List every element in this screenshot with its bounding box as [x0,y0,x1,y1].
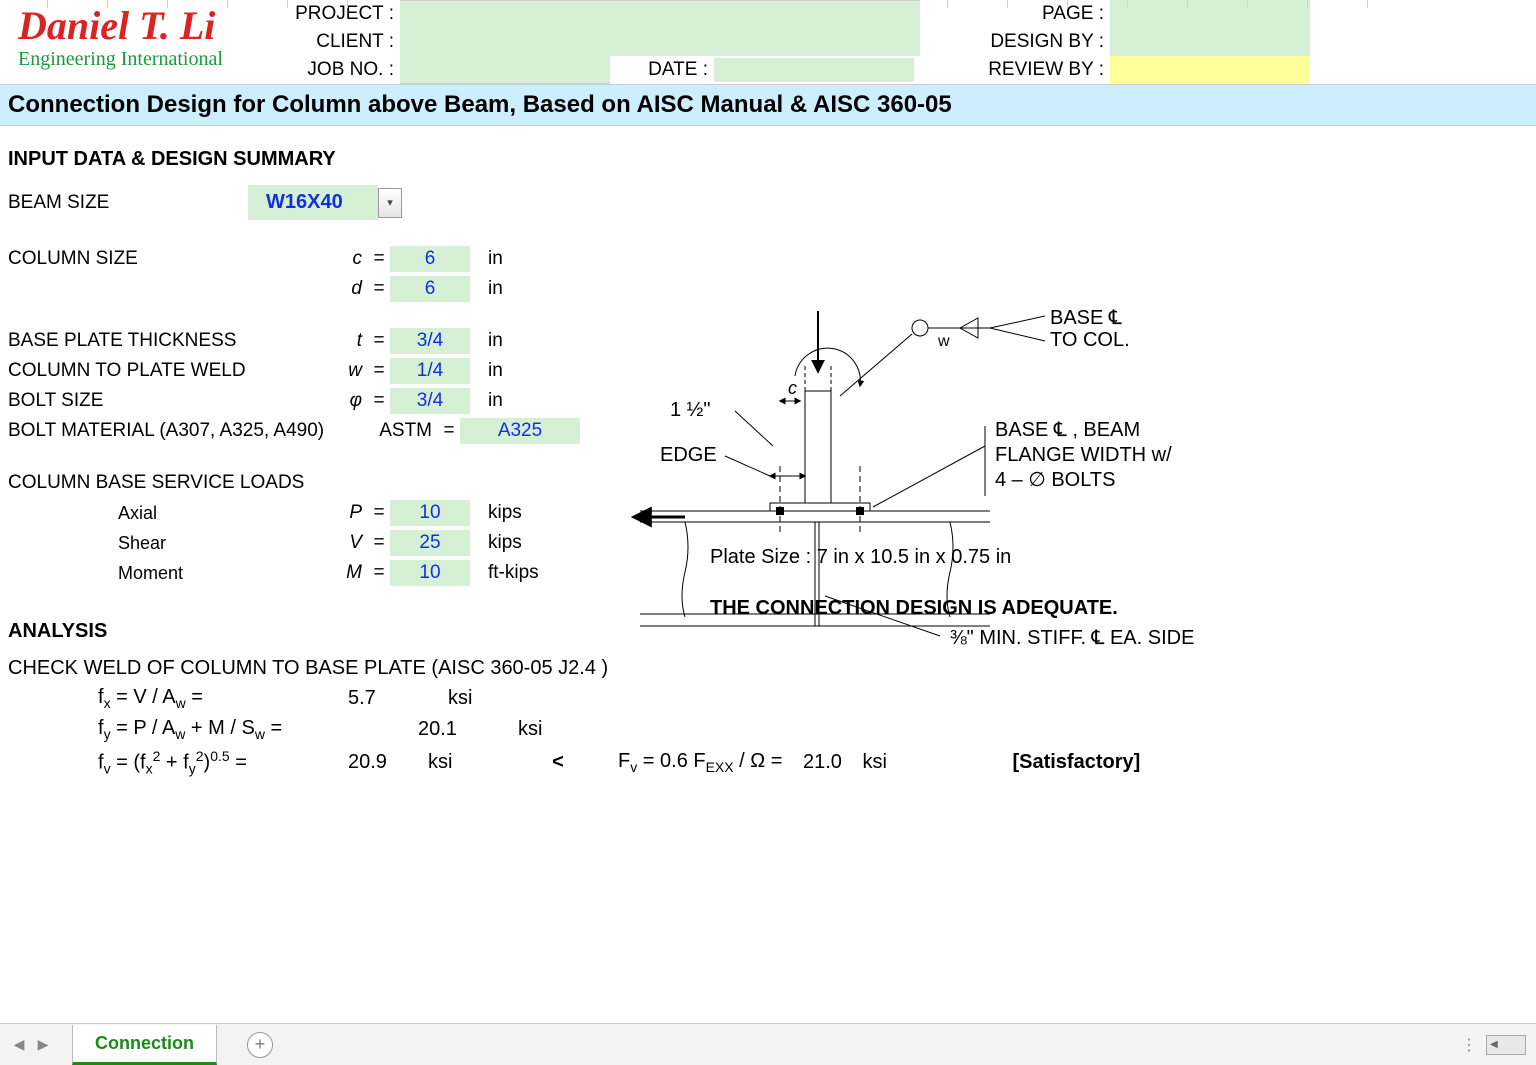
t-symbol: t [357,330,362,351]
c-symbol: c [353,248,363,269]
M-unit: ft-kips [470,562,540,584]
w-symbol: w [348,360,362,381]
bolt-size-label: BOLT SIZE [8,390,248,412]
diagram-base-beam-3: 4 – ∅ BOLTS [995,469,1115,491]
d-symbol: d [351,278,362,299]
sheet-nav-prev[interactable]: ◀ [8,1034,30,1056]
base-plate-label: BASE PLATE THICKNESS [8,330,248,352]
c-unit: in [470,248,540,270]
horizontal-scroll[interactable] [1486,1035,1526,1055]
phi-symbol: φ [350,390,362,411]
satisfactory-label: [Satisfactory] [1012,751,1140,774]
sheet-title: Connection Design for Column above Beam,… [0,85,1536,126]
moment-label: Moment [8,563,248,584]
designby-label: DESIGN BY : [920,28,1104,56]
beam-size-dropdown[interactable]: ▾ [378,188,402,218]
diagram-base-beam-1: BASE ℄ , BEAM [995,419,1140,441]
Fv-value: 21.0 [782,751,862,774]
P-value[interactable]: 10 [390,500,470,526]
jobno-label: JOB NO. : [280,56,394,84]
diagram-base-to-col-1: BASE ℄ [1050,307,1122,329]
w-value[interactable]: 1/4 [390,358,470,384]
V-unit: kips [470,532,540,554]
V-symbol: V [349,532,362,553]
shear-label: Shear [8,533,248,554]
sheet-nav-next[interactable]: ▶ [32,1034,54,1056]
t-unit: in [470,330,540,352]
diagram-w-label: w [937,333,950,350]
d-value[interactable]: 6 [390,276,470,302]
P-unit: kips [470,502,540,524]
beam-size-value[interactable]: W16X40 [248,185,378,220]
fv-row: fv = (fx2 + fy2)0.5 = 20.9 ksi < Fv = 0.… [8,748,1528,777]
plate-size-result: Plate Size : 7 in x 10.5 in x 0.75 in [710,546,1118,569]
fy-value: 20.1 [408,718,518,741]
diagram-edge-label: EDGE [660,444,717,466]
beam-size-label: BEAM SIZE [8,192,248,214]
reviewby-input[interactable] [1110,56,1310,84]
client-label: CLIENT : [280,28,394,56]
diagram-base-beam-2: FLANGE WIDTH w/ [995,444,1172,466]
astm-value[interactable]: A325 [460,418,580,444]
adequacy-result: THE CONNECTION DESIGN IS ADEQUATE. [710,597,1118,620]
reviewby-label: REVIEW BY : [920,56,1104,84]
weld-label: COLUMN TO PLATE WELD [8,360,318,382]
diagram-c-label: c [788,378,797,398]
astm-symbol: ASTM [379,420,432,441]
company-subtitle: Engineering International [18,48,262,71]
t-value[interactable]: 3/4 [390,328,470,354]
fv-value: 20.9 [338,751,428,774]
d-unit: in [470,278,540,300]
Fv-unit: ksi [862,751,932,774]
service-loads-label: COLUMN BASE SERVICE LOADS [8,472,348,494]
V-value[interactable]: 25 [390,530,470,556]
date-label: DATE : [648,59,708,81]
fx-row: fx = V / Aw = 5.7 ksi [8,686,1528,711]
designby-input[interactable] [1110,28,1310,56]
phi-unit: in [470,390,540,412]
input-section-heading: INPUT DATA & DESIGN SUMMARY [8,148,1528,171]
diagram-stiff-label: ⅜" MIN. STIFF. ℄ EA. SIDE [950,627,1194,649]
fy-unit: ksi [518,718,588,741]
fy-row: fy = P / Aw + M / Sw = 20.1 ksi [8,717,1528,742]
company-name: Daniel T. Li [18,6,262,46]
bolt-material-label: BOLT MATERIAL (A307, A325, A490) [8,420,368,442]
lt-symbol: < [498,751,618,774]
P-symbol: P [349,502,362,523]
fv-unit: ksi [428,751,498,774]
fx-value: 5.7 [338,687,448,710]
diagram-dim-label: 1 ½" [670,399,710,421]
add-sheet-button[interactable]: + [247,1032,273,1058]
M-value[interactable]: 10 [390,560,470,586]
w-unit: in [470,360,540,382]
sheet-options-icon[interactable]: ⋮ [1461,1035,1478,1055]
axial-label: Axial [8,503,248,524]
c-value[interactable]: 6 [390,246,470,272]
phi-value[interactable]: 3/4 [390,388,470,414]
diagram-base-to-col-2: TO COL. [1050,329,1130,351]
sheet-tab-connection[interactable]: Connection [72,1025,217,1065]
date-input[interactable] [714,58,914,82]
fx-unit: ksi [448,687,518,710]
M-symbol: M [346,562,362,583]
column-size-label: COLUMN SIZE [8,248,248,270]
sheet-footer: ◀ ▶ Connection + ⋮ [0,1023,1536,1065]
